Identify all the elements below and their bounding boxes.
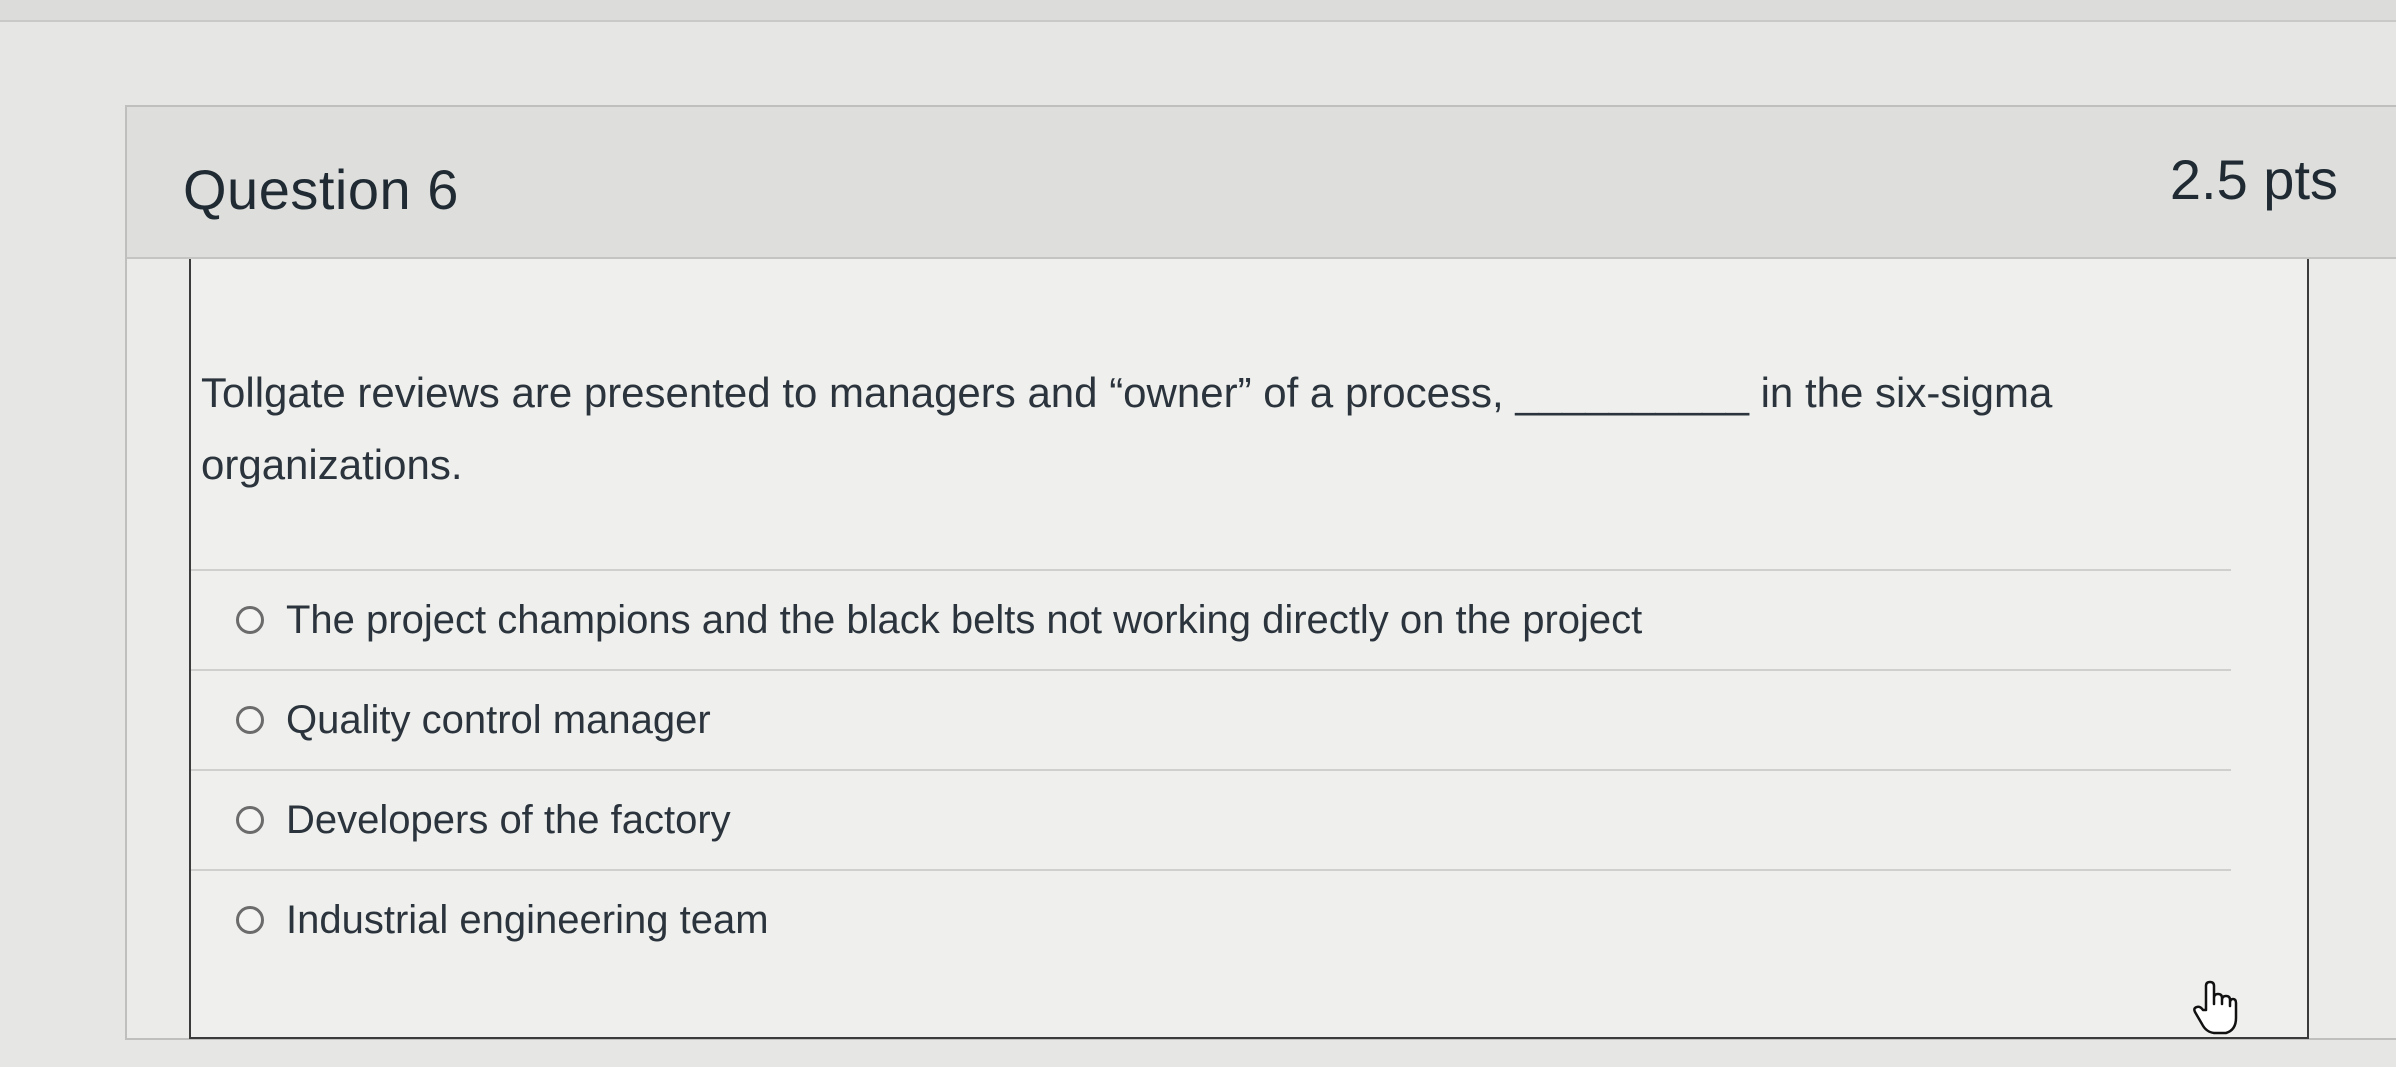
- radio-button[interactable]: [236, 706, 264, 734]
- top-strip: [0, 0, 2396, 22]
- answer-label: Industrial engineering team: [286, 897, 769, 942]
- question-title: Question 6: [183, 158, 459, 221]
- answer-option-1[interactable]: The project champions and the black belt…: [191, 569, 2231, 669]
- answer-option-2[interactable]: Quality control manager: [191, 669, 2231, 769]
- question-text: Tollgate reviews are presented to manage…: [201, 369, 2053, 488]
- hand-pointer-icon: [2193, 980, 2238, 1035]
- answer-label: Developers of the factory: [286, 797, 731, 842]
- answer-label: The project champions and the black belt…: [286, 597, 1643, 642]
- question-header: Question 6 2.5 pts: [127, 107, 2396, 259]
- question-points: 2.5 pts: [2169, 148, 2338, 211]
- answer-list: The project champions and the black belt…: [191, 569, 2231, 969]
- radio-button[interactable]: [236, 606, 264, 634]
- question-body: Tollgate reviews are presented to manage…: [189, 259, 2309, 1039]
- question-card: Question 6 2.5 pts Tollgate reviews are …: [125, 105, 2396, 1040]
- radio-button[interactable]: [236, 906, 264, 934]
- radio-button[interactable]: [236, 806, 264, 834]
- answer-option-4[interactable]: Industrial engineering team: [191, 869, 2231, 969]
- answer-label: Quality control manager: [286, 697, 711, 742]
- answer-option-3[interactable]: Developers of the factory: [191, 769, 2231, 869]
